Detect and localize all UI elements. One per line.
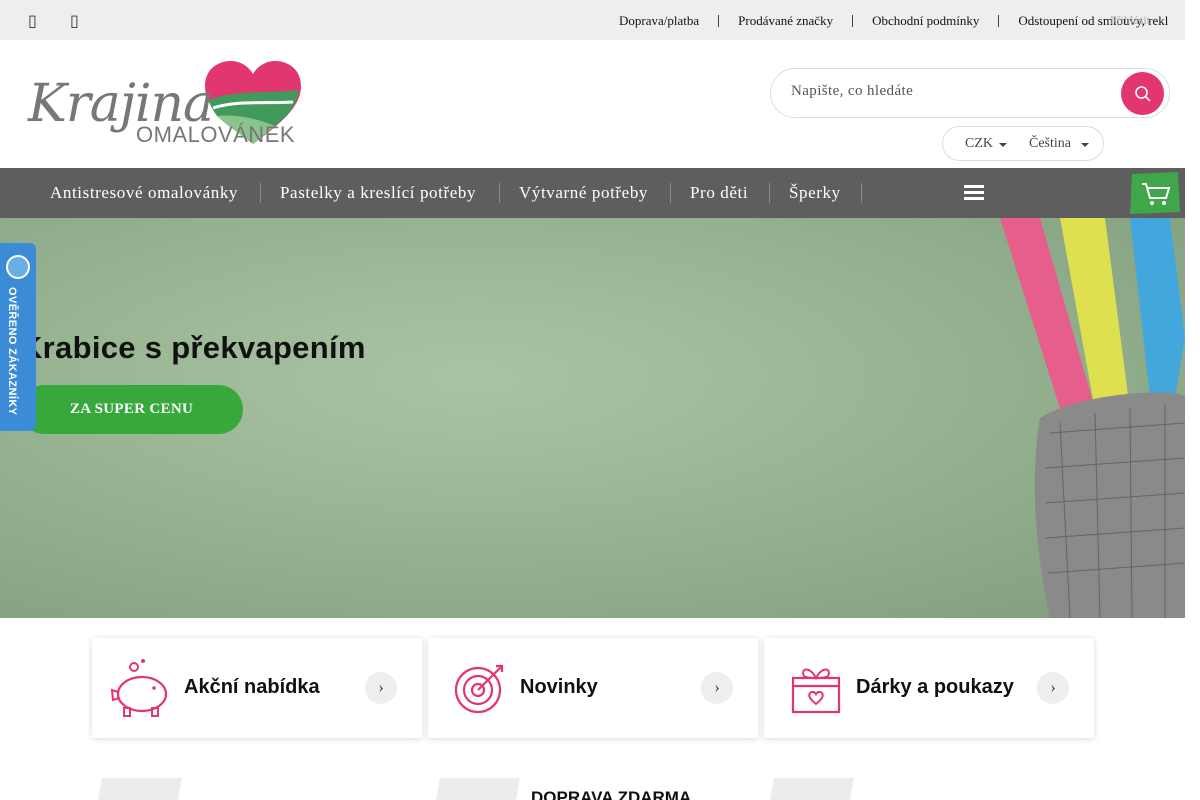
nav-item-jewelry[interactable]: Šperky — [789, 183, 841, 203]
menu-icon[interactable]: ▯ — [28, 11, 37, 30]
benefit-icon — [436, 778, 520, 800]
divider — [769, 183, 770, 203]
chevron-right-icon: › — [701, 672, 733, 704]
divider — [670, 183, 671, 203]
verified-seal-icon — [6, 255, 30, 279]
logo[interactable]: Krajina OMALOVÁNEK — [28, 60, 301, 152]
language-value: Čeština — [1029, 135, 1071, 151]
currency-select[interactable]: CZK — [965, 136, 1007, 152]
locale-switcher: CZK Čeština — [942, 126, 1104, 161]
account-icon[interactable]: ▯ — [70, 11, 79, 30]
search-button[interactable] — [1121, 72, 1164, 115]
top-link-terms[interactable]: Obchodní podmínky — [853, 13, 998, 29]
divider — [499, 183, 500, 203]
language-select[interactable]: Čeština — [1029, 136, 1089, 152]
search-icon — [1134, 85, 1151, 102]
target-icon — [454, 664, 504, 714]
piggy-bank-icon — [110, 659, 168, 717]
verified-badge-text: OVĚŘENO ZÁKAZNÍKY — [6, 287, 18, 416]
gift-icon — [791, 668, 841, 714]
cart-button[interactable] — [1128, 170, 1182, 216]
search-input[interactable] — [791, 83, 1111, 100]
more-menu-icon[interactable] — [964, 185, 984, 203]
hero-title: Krabice s překvapením — [20, 330, 366, 365]
login-link[interactable]: Přihlásit — [1110, 13, 1150, 28]
top-link-withdrawal[interactable]: Odstoupení od smlouvy, rekl — [999, 13, 1187, 29]
search-box — [770, 68, 1170, 118]
nav-item-art-supplies[interactable]: Výtvarné potřeby — [519, 183, 648, 203]
chevron-down-icon — [1081, 142, 1089, 147]
divider — [260, 183, 261, 203]
verified-customers-badge[interactable]: OVĚŘENO ZÁKAZNÍKY — [0, 243, 36, 431]
cart-icon — [1130, 172, 1180, 214]
nav-item-pencils[interactable]: Pastelky a kreslící potřeby — [280, 183, 476, 203]
category-card-label: Dárky a poukazy — [856, 676, 1014, 698]
hero-cta-button[interactable]: ZA SUPER CENU — [20, 385, 243, 434]
logo-subtitle: OMALOVÁNEK — [136, 122, 296, 147]
benefit-icon — [770, 778, 854, 800]
chevron-right-icon: › — [365, 672, 397, 704]
divider — [861, 183, 862, 203]
category-card-label: Akční nabídka — [184, 676, 320, 698]
top-bar: ▯ ▯ Doprava/platba Prodávané značky Obch… — [0, 0, 1185, 40]
benefit-icon — [98, 778, 182, 800]
top-links: Doprava/platba Prodávané značky Obchodní… — [600, 13, 1187, 29]
currency-value: CZK — [965, 135, 993, 151]
category-card-sale[interactable]: Akční nabídka › — [92, 638, 422, 738]
benefit-shipping-text: DOPRAVA ZDARMA — [531, 788, 692, 800]
nav-item-antistress[interactable]: Antistresové omalovánky — [50, 183, 238, 203]
chevron-right-icon: › — [1037, 672, 1069, 704]
category-card-gifts[interactable]: Dárky a poukazy › — [764, 638, 1094, 738]
benefits-strip: DOPRAVA ZDARMA — [0, 770, 1185, 800]
hero-banner[interactable]: Krabice s překvapením ZA SUPER CENU — [0, 218, 1185, 618]
main-nav: Antistresové omalovánky Pastelky a kresl… — [0, 168, 1185, 218]
nav-item-kids[interactable]: Pro děti — [690, 183, 748, 203]
category-card-label: Novinky — [520, 676, 598, 698]
top-link-shipping[interactable]: Doprava/platba — [600, 13, 718, 29]
chevron-down-icon — [999, 142, 1007, 147]
category-card-new[interactable]: Novinky › — [428, 638, 758, 738]
top-link-brands[interactable]: Prodávané značky — [719, 13, 852, 29]
